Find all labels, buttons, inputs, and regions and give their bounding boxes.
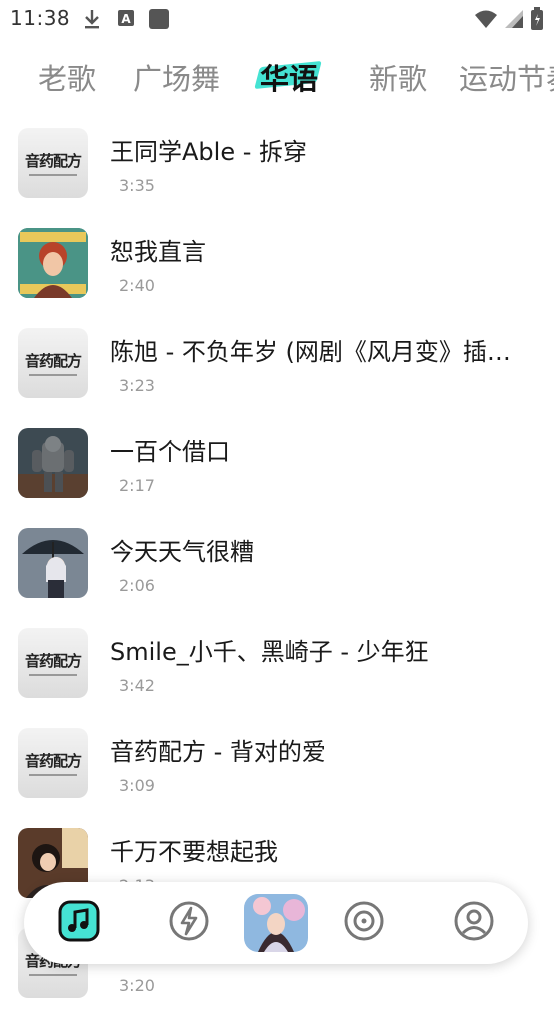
status-right-icons <box>474 7 544 35</box>
song-duration: 3:20 <box>119 976 155 995</box>
song-row[interactable]: 恕我直言 2:40 <box>0 218 554 318</box>
song-cover <box>18 428 88 498</box>
now-playing-cover[interactable] <box>244 894 308 952</box>
song-row[interactable]: 音药配方 陈旭 - 不负年岁 (网剧《风月变》插曲) 3:23 <box>0 318 554 418</box>
song-cover <box>18 228 88 298</box>
app-a-icon: A <box>117 8 135 32</box>
song-duration: 3:42 <box>119 676 155 695</box>
status-time: 11:38 <box>10 6 71 30</box>
song-duration: 2:40 <box>119 276 155 295</box>
battery-icon <box>530 7 544 35</box>
song-title: Smile_小千、黑崎子 - 少年狂 <box>110 638 429 666</box>
song-title: 千万不要想起我 <box>110 838 278 866</box>
square-icon <box>148 8 170 34</box>
tab-oldsongs[interactable]: 老歌 <box>38 56 96 98</box>
tab-square-dance[interactable]: 广场舞 <box>133 56 220 98</box>
song-row[interactable]: 音药配方 王同学Able - 拆穿 3:35 <box>0 118 554 218</box>
song-row[interactable]: 今天天气很糟 2:06 <box>0 518 554 618</box>
song-title: 今天天气很糟 <box>110 538 254 566</box>
song-row[interactable]: 一百个借口 2:17 <box>0 418 554 518</box>
song-cover: 音药配方 <box>18 628 88 698</box>
song-cover: 音药配方 <box>18 328 88 398</box>
category-tabs: 老歌 广场舞 华语 新歌 运动节奏 <box>0 52 554 100</box>
bottom-nav <box>24 882 528 964</box>
tab-chinese[interactable]: 华语 <box>254 56 322 98</box>
wifi-icon <box>474 8 498 34</box>
tab-new-songs[interactable]: 新歌 <box>369 56 427 98</box>
download-icon <box>82 8 102 34</box>
nav-disc[interactable] <box>339 898 389 948</box>
status-bar: 11:38 A <box>0 0 554 38</box>
profile-icon <box>453 900 495 946</box>
song-cover: 音药配方 <box>18 128 88 198</box>
song-title: 恕我直言 <box>110 238 206 266</box>
signal-icon <box>504 8 524 34</box>
song-title: 王同学Able - 拆穿 <box>110 138 308 166</box>
song-title: 陈旭 - 不负年岁 (网剧《风月变》插曲) <box>110 338 520 366</box>
song-duration: 3:35 <box>119 176 155 195</box>
nav-lightning[interactable] <box>164 898 214 948</box>
disc-icon <box>343 900 385 946</box>
song-duration: 2:17 <box>119 476 155 495</box>
song-row[interactable]: 音药配方 Smile_小千、黑崎子 - 少年狂 3:42 <box>0 618 554 718</box>
nav-music[interactable] <box>54 898 104 948</box>
tab-sport-rhythm[interactable]: 运动节奏 <box>459 56 554 98</box>
music-note-icon <box>57 899 101 947</box>
song-duration: 2:06 <box>119 576 155 595</box>
song-duration: 3:23 <box>119 376 155 395</box>
song-row[interactable]: 音药配方 音药配方 - 背对的爱 3:09 <box>0 718 554 818</box>
song-title: 音药配方 - 背对的爱 <box>110 738 326 766</box>
song-cover <box>18 528 88 598</box>
lightning-icon <box>168 900 210 946</box>
svg-text:A: A <box>121 12 131 26</box>
song-cover: 音药配方 <box>18 728 88 798</box>
song-duration: 3:09 <box>119 776 155 795</box>
song-title: 一百个借口 <box>110 438 230 466</box>
nav-profile[interactable] <box>449 898 499 948</box>
